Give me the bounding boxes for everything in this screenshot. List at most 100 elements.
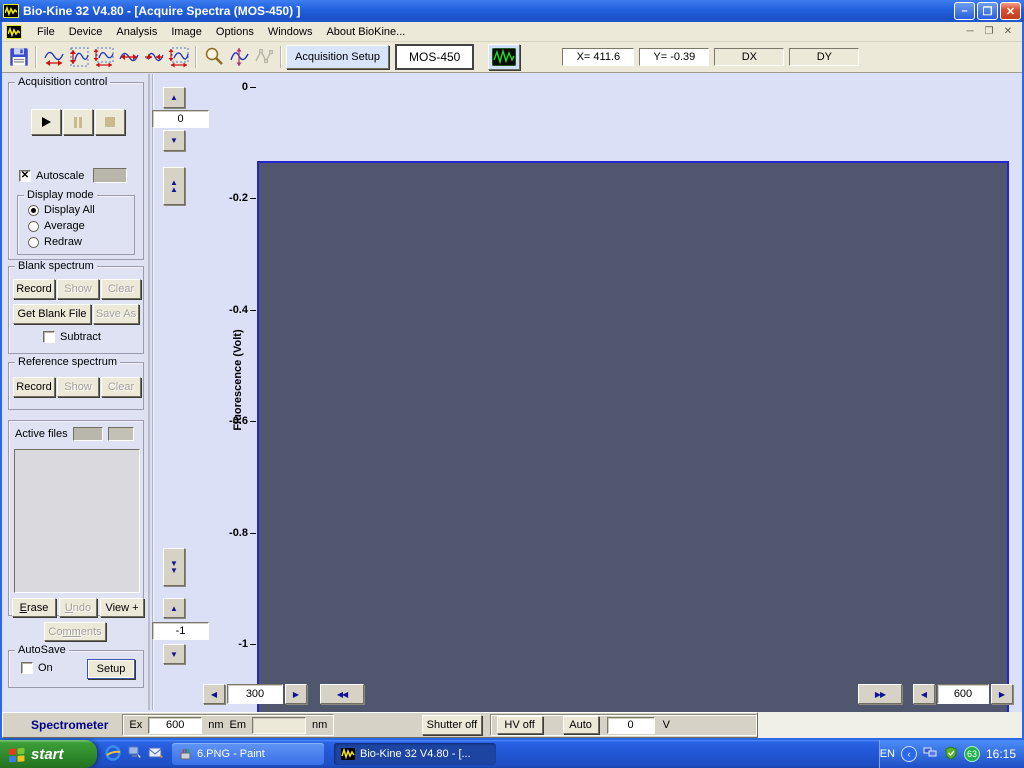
subtract-checkbox[interactable] [43, 331, 55, 343]
start-label: start [31, 746, 64, 763]
average-radio[interactable] [28, 221, 39, 232]
spectrometer-status-bar: Spectrometer Ex nm Em nm Shutter off HV … [0, 712, 1024, 738]
y-scale-expand-button[interactable]: ▲▲ [163, 167, 185, 205]
menu-image[interactable]: Image [164, 24, 209, 40]
save-icon[interactable] [6, 45, 31, 70]
redraw-radio[interactable] [28, 237, 39, 248]
task-biokine[interactable]: Bio-Kine 32 V4.80 - [... [334, 743, 496, 765]
windows-flag-icon [8, 746, 26, 763]
taskbar: start 6.PNG - Paint Bio-Kine 32 V4.80 - … [0, 740, 1024, 768]
cursor-y-readout: Y= -0.39 [639, 48, 709, 66]
em-label: Em [230, 719, 247, 731]
autosave-on-checkbox[interactable] [21, 662, 33, 674]
hv-toggle-button[interactable]: HV off [497, 716, 543, 734]
acquisition-setup-button[interactable]: Acquisition Setup [286, 45, 389, 69]
group-title: AutoSave [15, 644, 69, 656]
zoom-y-axis-icon[interactable] [66, 45, 91, 70]
cursor-dy-readout: DY [789, 48, 859, 66]
panel-divider [152, 74, 154, 710]
clock[interactable]: 16:15 [986, 747, 1016, 761]
title-bar: Bio-Kine 32 V4.80 - [Acquire Spectra (MO… [0, 0, 1024, 22]
menu-device[interactable]: Device [62, 24, 110, 40]
internet-explorer-icon[interactable] [105, 745, 121, 764]
x-min-value-field[interactable] [227, 684, 283, 704]
excitation-wavelength-field[interactable] [148, 717, 202, 734]
x-min-decrease-button[interactable]: ◀ [203, 684, 225, 704]
quick-launch [97, 745, 172, 764]
y-max-value-field[interactable] [152, 110, 209, 128]
window-title: Bio-Kine 32 V4.80 - [Acquire Spectra (MO… [23, 4, 300, 18]
menu-file[interactable]: File [30, 24, 62, 40]
scale-between-cursors-icon[interactable] [141, 45, 166, 70]
cursor-trace-icon[interactable] [226, 45, 251, 70]
mdi-restore-button[interactable]: ❐ [981, 26, 997, 37]
em-unit-label: nm [312, 719, 327, 731]
shutter-toggle-button[interactable]: Shutter off [422, 715, 481, 735]
ex-label: Ex [129, 719, 142, 731]
x-min-increase-button[interactable]: ▶ [285, 684, 307, 704]
redraw-label: Redraw [44, 236, 82, 248]
y-min-value-field[interactable] [152, 622, 209, 640]
menu-windows[interactable]: Windows [261, 24, 320, 40]
y-max-decrease-button[interactable]: ▼ [163, 130, 185, 151]
minimize-button[interactable]: – [954, 2, 975, 20]
x-scroll-right-button[interactable]: ▶▶ [858, 684, 902, 704]
autoscale-checkbox[interactable]: ✕ [19, 170, 31, 182]
device-button[interactable]: MOS-450 [395, 44, 474, 70]
mdi-minimize-button[interactable]: ─ [962, 26, 978, 37]
outlook-express-icon[interactable] [148, 745, 164, 763]
reference-record-button[interactable]: Record [13, 377, 55, 397]
y-tick-label: -0.4 [202, 304, 248, 316]
autoscale-color-swatch [93, 168, 127, 183]
language-indicator[interactable]: EN [880, 748, 895, 760]
x-max-increase-button[interactable]: ▶ [991, 684, 1013, 704]
get-blank-file-button[interactable]: Get Blank File [13, 304, 91, 324]
autosave-setup-button[interactable]: Setup [87, 659, 135, 679]
zoom-xy-axis-icon[interactable] [91, 45, 116, 70]
scale-x-icon[interactable] [116, 45, 141, 70]
double-left-arrow-icon: ◀◀ [337, 691, 347, 698]
erase-button[interactable]: Erase [12, 598, 56, 617]
cursor-dx-readout: DX [714, 48, 784, 66]
start-button[interactable]: start [0, 740, 97, 768]
menu-analysis[interactable]: Analysis [109, 24, 164, 40]
active-files-listbox[interactable] [14, 449, 140, 593]
restore-button[interactable]: ❐ [977, 2, 998, 20]
hv-auto-button[interactable]: Auto [563, 716, 599, 734]
y-min-increase-button[interactable]: ▲ [163, 598, 185, 618]
document-icon [6, 25, 22, 39]
oscilloscope-display-button[interactable] [488, 44, 520, 70]
network-icon[interactable] [923, 746, 938, 762]
play-button[interactable] [31, 109, 61, 135]
undo-button: Undo [59, 598, 97, 617]
zoom-x-axis-icon[interactable] [41, 45, 66, 70]
blank-show-button: Show [57, 279, 99, 299]
close-button[interactable]: ✕ [1000, 2, 1021, 20]
view-plus-button[interactable]: View + [100, 598, 144, 617]
display-all-radio[interactable] [28, 205, 39, 216]
mdi-close-button[interactable]: ✕ [1000, 26, 1016, 37]
magnifier-icon[interactable] [201, 45, 226, 70]
x-scroll-left-button[interactable]: ◀◀ [320, 684, 364, 704]
y-scale-shrink-button[interactable]: ▼▼ [163, 548, 185, 586]
acquisition-control-group: Acquisition control ✕ Autoscale Display … [8, 82, 144, 260]
toolbar-separator [35, 46, 37, 68]
menu-options[interactable]: Options [209, 24, 261, 40]
spectrum-plot-area[interactable] [257, 161, 1009, 719]
menu-about[interactable]: About BioKine... [319, 24, 412, 40]
hv-voltage-field[interactable] [607, 717, 655, 734]
task-paint[interactable]: 6.PNG - Paint [172, 743, 324, 765]
y-min-decrease-button[interactable]: ▼ [163, 644, 185, 664]
control-sidebar: Acquisition control ✕ Autoscale Display … [4, 74, 150, 710]
show-desktop-icon[interactable] [127, 745, 142, 763]
x-max-value-field[interactable] [937, 684, 989, 704]
y-max-increase-button[interactable]: ▲ [163, 87, 185, 108]
x-max-decrease-button[interactable]: ◀ [913, 684, 935, 704]
double-right-arrow-icon: ▶▶ [875, 691, 885, 698]
battery-indicator[interactable]: 63 [964, 746, 980, 762]
display-all-label: Display All [44, 204, 95, 216]
blank-record-button[interactable]: Record [13, 279, 55, 299]
scale-xy-region-icon[interactable] [166, 45, 191, 70]
security-shield-icon[interactable] [944, 746, 958, 763]
hide-icons-chevron-icon[interactable]: ‹ [901, 746, 917, 762]
